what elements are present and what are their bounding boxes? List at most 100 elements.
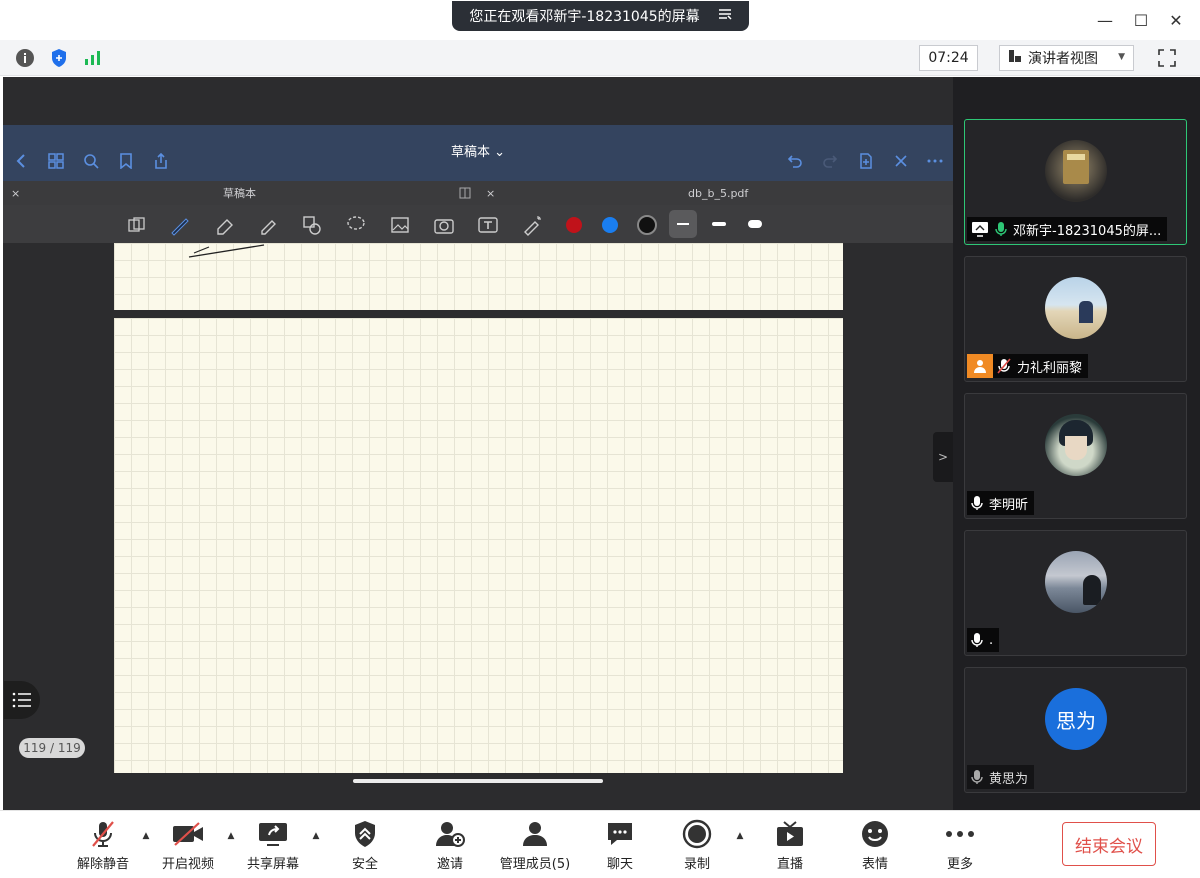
- emoji-icon: [859, 819, 891, 849]
- redo-icon[interactable]: [820, 151, 840, 171]
- fullscreen-icon: [1158, 49, 1176, 67]
- record-button[interactable]: 录制: [662, 819, 732, 873]
- signal-icon[interactable]: [82, 47, 104, 69]
- shared-screen[interactable]: 草稿本 ⌄ × 草稿本 × db_b_5.pdf 119 / 119: [3, 77, 953, 810]
- add-page-icon[interactable]: [856, 151, 876, 171]
- highlighter-icon[interactable]: [256, 213, 280, 237]
- video-options-caret[interactable]: ▲: [225, 831, 237, 841]
- chevron-down-icon: ▼: [1118, 52, 1125, 62]
- end-meeting-button[interactable]: 结束会议: [1062, 822, 1156, 866]
- outline-button[interactable]: [4, 681, 40, 719]
- document-tabs: × 草稿本 × db_b_5.pdf: [3, 181, 953, 205]
- invite-button[interactable]: 邀请: [415, 819, 485, 873]
- chevron-right-icon: >: [937, 450, 949, 464]
- page-counter: 119 / 119: [19, 738, 85, 758]
- participant-name: 黄思为: [989, 771, 1029, 787]
- color-black-swatch[interactable]: [637, 215, 657, 235]
- add-user-icon: [434, 819, 466, 849]
- stroke-medium-button[interactable]: [712, 222, 726, 226]
- share-options-caret[interactable]: ▲: [310, 831, 322, 841]
- laser-pointer-icon[interactable]: [520, 213, 544, 237]
- participant-tile[interactable]: 思为 黄思为: [964, 667, 1187, 793]
- screen-share-banner[interactable]: 您正在观看邓新宇-18231045的屏幕: [452, 1, 749, 31]
- participant-tile[interactable]: .: [964, 530, 1187, 656]
- close-button[interactable]: ✕: [1164, 8, 1188, 32]
- fullscreen-button[interactable]: [1154, 45, 1180, 71]
- status-bar: 07:24 演讲者视图 ▼: [0, 40, 1200, 76]
- pen-icon[interactable]: [168, 213, 192, 237]
- stroke-thin-button[interactable]: [669, 210, 697, 238]
- start-video-button[interactable]: 开启视频: [153, 819, 223, 873]
- participant-label: 邓新宇-18231045的屏...: [967, 217, 1168, 241]
- image-icon[interactable]: [388, 213, 412, 237]
- more-dots-icon: [944, 819, 976, 849]
- participant-tile[interactable]: 力礼利丽黎: [964, 256, 1187, 382]
- participant-tile[interactable]: 李明昕: [964, 393, 1187, 519]
- person-icon: [967, 354, 993, 378]
- security-button[interactable]: 安全: [330, 819, 400, 873]
- minimize-button[interactable]: —: [1093, 8, 1117, 32]
- record-options-caret[interactable]: ▲: [734, 831, 746, 841]
- shield-icon[interactable]: [48, 47, 70, 69]
- participant-name: 力礼利丽黎: [1017, 360, 1083, 376]
- participant-name: .: [989, 632, 994, 648]
- live-tv-icon: [774, 819, 806, 849]
- live-stream-button[interactable]: 直播: [755, 819, 825, 873]
- close-doc-icon[interactable]: [891, 151, 911, 171]
- chat-icon: [604, 819, 636, 849]
- undo-icon[interactable]: [785, 151, 805, 171]
- tab-pdf[interactable]: db_b_5.pdf: [688, 181, 748, 205]
- app-title[interactable]: 草稿本 ⌄: [3, 125, 953, 181]
- ink-stroke: [188, 244, 265, 258]
- list-icon: [12, 692, 31, 708]
- avatar: [1045, 414, 1107, 476]
- members-icon: [519, 819, 551, 849]
- color-blue-swatch[interactable]: [602, 217, 618, 233]
- audio-options-caret[interactable]: ▲: [140, 831, 152, 841]
- video-off-icon: [172, 819, 204, 849]
- color-red-swatch[interactable]: [566, 217, 582, 233]
- meeting-timer: 07:24: [919, 45, 978, 71]
- more-button[interactable]: 更多: [925, 819, 995, 873]
- mic-muted-icon: [997, 358, 1011, 374]
- app-header: 草稿本 ⌄: [3, 125, 953, 181]
- avatar: [1045, 277, 1107, 339]
- tab-scratchpad[interactable]: 草稿本: [223, 181, 256, 205]
- notebook-page-previous[interactable]: [114, 243, 843, 310]
- avatar: [1045, 551, 1107, 613]
- security-shield-icon: [349, 819, 381, 849]
- lasso-icon[interactable]: [344, 213, 368, 237]
- notebook-page-current[interactable]: [114, 318, 843, 773]
- tab-close-icon[interactable]: ×: [11, 181, 20, 205]
- avatar: 思为: [1045, 688, 1107, 750]
- more-options-icon[interactable]: [925, 151, 945, 171]
- drawing-toolbar: [3, 205, 953, 243]
- view-mode-label: 演讲者视图: [1028, 51, 1098, 67]
- page-view-icon[interactable]: [125, 213, 149, 237]
- chat-button[interactable]: 聊天: [585, 819, 655, 873]
- eraser-icon[interactable]: [213, 213, 237, 237]
- maximize-button[interactable]: ☐: [1129, 8, 1153, 32]
- info-icon[interactable]: [14, 47, 36, 69]
- shapes-icon[interactable]: [300, 213, 324, 237]
- stroke-thick-button[interactable]: [748, 220, 762, 228]
- participant-name: 邓新宇-18231045的屏...: [1013, 223, 1162, 239]
- home-indicator: [353, 779, 603, 783]
- view-mode-select[interactable]: 演讲者视图 ▼: [999, 45, 1134, 71]
- list-menu-icon[interactable]: [718, 8, 732, 24]
- camera-icon[interactable]: [432, 213, 456, 237]
- manage-members-button[interactable]: 管理成员(5): [500, 819, 570, 873]
- layout-icon: [1008, 49, 1022, 67]
- split-view-icon[interactable]: [459, 181, 471, 205]
- share-screen-button[interactable]: 共享屏幕: [238, 819, 308, 873]
- meeting-controls: 解除静音 ▲ 开启视频 ▲ 共享屏幕 ▲ 安全 邀请 管理成员(5) 聊天 录制…: [0, 810, 1200, 878]
- screen-share-icon: [972, 222, 988, 237]
- mic-muted-icon: [87, 819, 119, 849]
- unmute-button[interactable]: 解除静音: [68, 819, 138, 873]
- title-bar: 您正在观看邓新宇-18231045的屏幕 — ☐ ✕: [0, 0, 1200, 40]
- tab-close-icon[interactable]: ×: [486, 181, 495, 205]
- reaction-button[interactable]: 表情: [840, 819, 910, 873]
- collapse-panel-button[interactable]: >: [933, 432, 953, 482]
- participant-tile[interactable]: 邓新宇-18231045的屏...: [964, 119, 1187, 245]
- text-tool-icon[interactable]: [476, 213, 500, 237]
